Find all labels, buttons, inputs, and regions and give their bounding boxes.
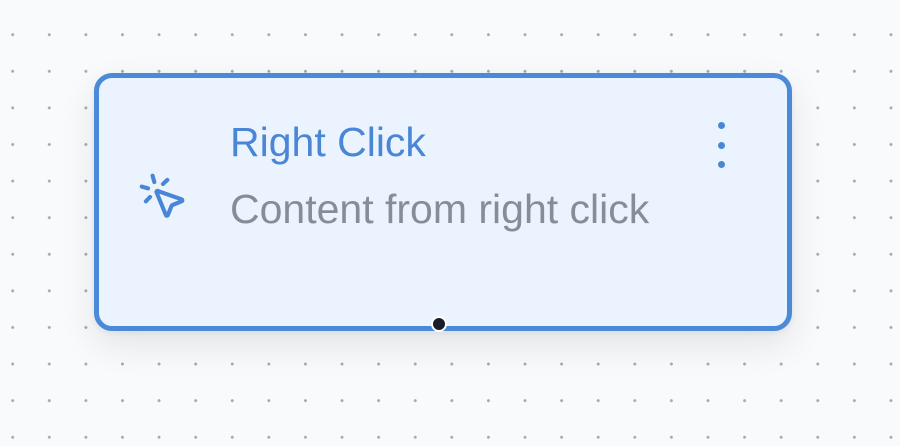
right-click-node[interactable]: Right Click Content from right click bbox=[94, 73, 792, 331]
node-menu-button[interactable] bbox=[705, 122, 737, 168]
vertical-dots-icon-middle bbox=[717, 141, 725, 149]
click-cursor-icon bbox=[139, 173, 185, 218]
node-output-handle[interactable] bbox=[431, 316, 447, 332]
vertical-dots-icon bbox=[717, 122, 725, 129]
vertical-dots-icon-bottom bbox=[717, 161, 725, 168]
node-title: Right Click bbox=[230, 119, 426, 165]
node-subtitle: Content from right click bbox=[230, 186, 650, 233]
node-text: Right Click Content from right click bbox=[230, 116, 660, 240]
